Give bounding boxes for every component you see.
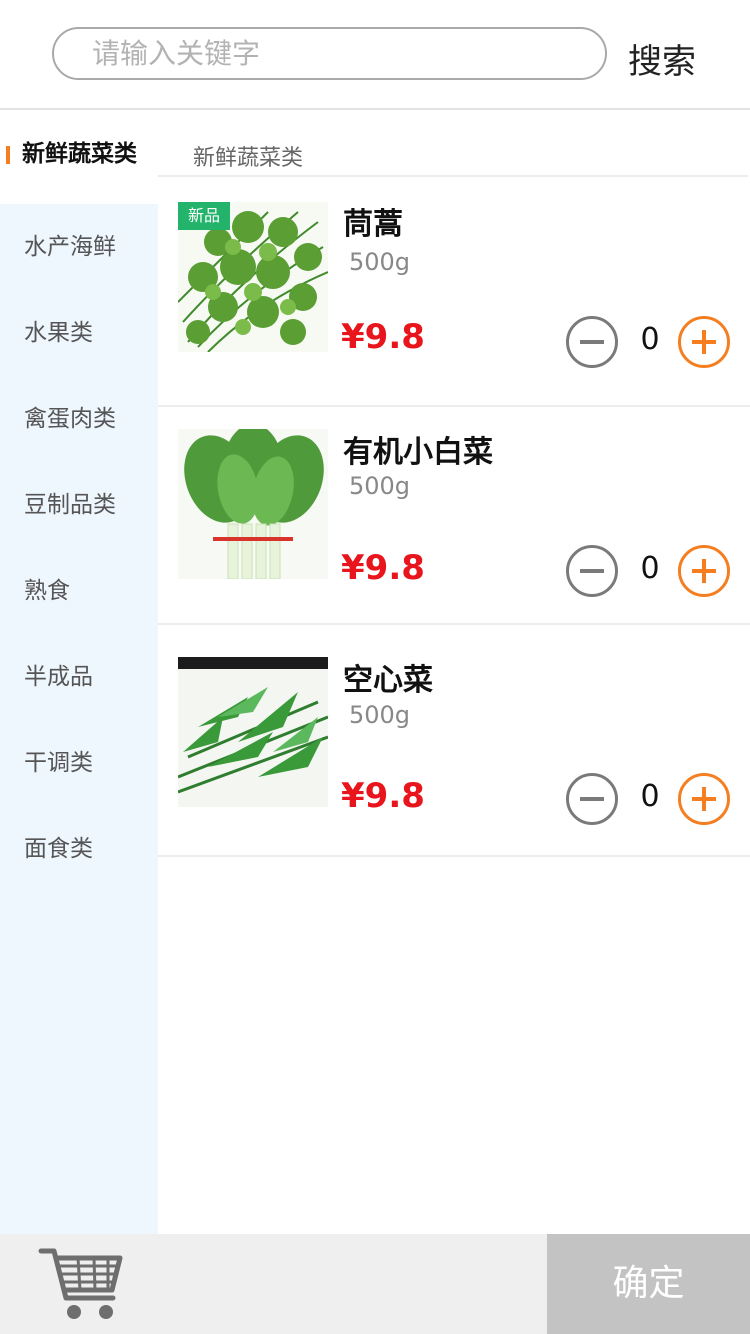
search-input[interactable] — [92, 29, 592, 78]
sidebar-item-seafood[interactable]: 水产海鲜 — [0, 204, 158, 290]
quantity-stepper: 0 — [566, 773, 730, 825]
water-spinach-image — [178, 657, 328, 807]
sidebar-item-semi-finished[interactable]: 半成品 — [0, 634, 158, 720]
sidebar-item-deli[interactable]: 熟食 — [0, 548, 158, 634]
product-item[interactable]: 空心菜 500g ¥9.8 0 — [158, 627, 750, 857]
quantity-value: 0 — [640, 779, 660, 814]
cart-svg — [38, 1248, 123, 1319]
plus-icon[interactable] — [678, 316, 730, 368]
confirm-button[interactable]: 确定 — [547, 1234, 750, 1334]
plus-icon[interactable] — [678, 545, 730, 597]
sidebar-item-label: 新鲜蔬菜类 — [22, 141, 137, 167]
sidebar-item-label: 禽蛋肉类 — [24, 406, 116, 432]
new-badge: 新品 — [178, 202, 230, 230]
sidebar-item-soy-products[interactable]: 豆制品类 — [0, 462, 158, 548]
product-spec: 500g — [349, 472, 411, 500]
sidebar-item-poultry-eggs-meat[interactable]: 禽蛋肉类 — [0, 376, 158, 462]
product-name: 茼蒿 — [343, 207, 403, 242]
category-sidebar: 新鲜蔬菜类 水产海鲜 水果类 禽蛋肉类 豆制品类 熟食 半成品 干调类 面食类 — [0, 112, 158, 1234]
product-name: 空心菜 — [343, 663, 433, 698]
search-button[interactable]: 搜索 — [628, 34, 696, 83]
search-box[interactable] — [52, 27, 607, 80]
header: 搜索 — [0, 0, 750, 110]
product-image[interactable]: 新品 — [178, 202, 328, 352]
product-item[interactable]: 新品 茼蒿 500g ¥9.8 0 — [158, 177, 750, 407]
section-title: 新鲜蔬菜类 — [193, 146, 304, 171]
sidebar-item-fruits[interactable]: 水果类 — [0, 290, 158, 376]
minus-icon[interactable] — [566, 316, 618, 368]
plus-icon[interactable] — [678, 773, 730, 825]
quantity-value: 0 — [640, 322, 660, 357]
bottom-bar: 确定 — [0, 1234, 750, 1334]
product-image[interactable] — [178, 657, 328, 807]
product-price: ¥9.8 — [341, 776, 425, 816]
product-item[interactable]: 有机小白菜 500g ¥9.8 0 — [158, 395, 750, 625]
quantity-stepper: 0 — [566, 545, 730, 597]
product-list: 新鲜蔬菜类 新品 茼蒿 500g ¥9.8 0 有机小白菜 500g ¥9.8 … — [158, 112, 750, 1234]
sidebar-item-label: 水产海鲜 — [24, 234, 116, 260]
sidebar-item-label: 面食类 — [24, 836, 93, 862]
minus-icon[interactable] — [566, 773, 618, 825]
product-spec: 500g — [349, 701, 411, 729]
sidebar-item-label: 熟食 — [24, 578, 70, 604]
active-indicator — [6, 146, 10, 164]
sidebar-item-label: 半成品 — [24, 664, 93, 690]
shopping-cart-icon[interactable] — [38, 1246, 128, 1322]
product-price: ¥9.8 — [341, 317, 425, 357]
sidebar-item-label: 水果类 — [24, 320, 93, 346]
sidebar-item-label: 干调类 — [24, 750, 93, 776]
product-price: ¥9.8 — [341, 548, 425, 588]
sidebar-item-label: 豆制品类 — [24, 492, 116, 518]
sidebar-item-fresh-vegetables[interactable]: 新鲜蔬菜类 — [0, 112, 158, 204]
bok-choy-image — [178, 429, 328, 579]
quantity-stepper: 0 — [566, 316, 730, 368]
minus-icon[interactable] — [566, 545, 618, 597]
product-name: 有机小白菜 — [343, 435, 493, 470]
product-image[interactable] — [178, 429, 328, 579]
sidebar-item-noodles[interactable]: 面食类 — [0, 806, 158, 892]
product-spec: 500g — [349, 248, 411, 276]
sidebar-item-dry-seasonings[interactable]: 干调类 — [0, 720, 158, 806]
quantity-value: 0 — [640, 551, 660, 586]
